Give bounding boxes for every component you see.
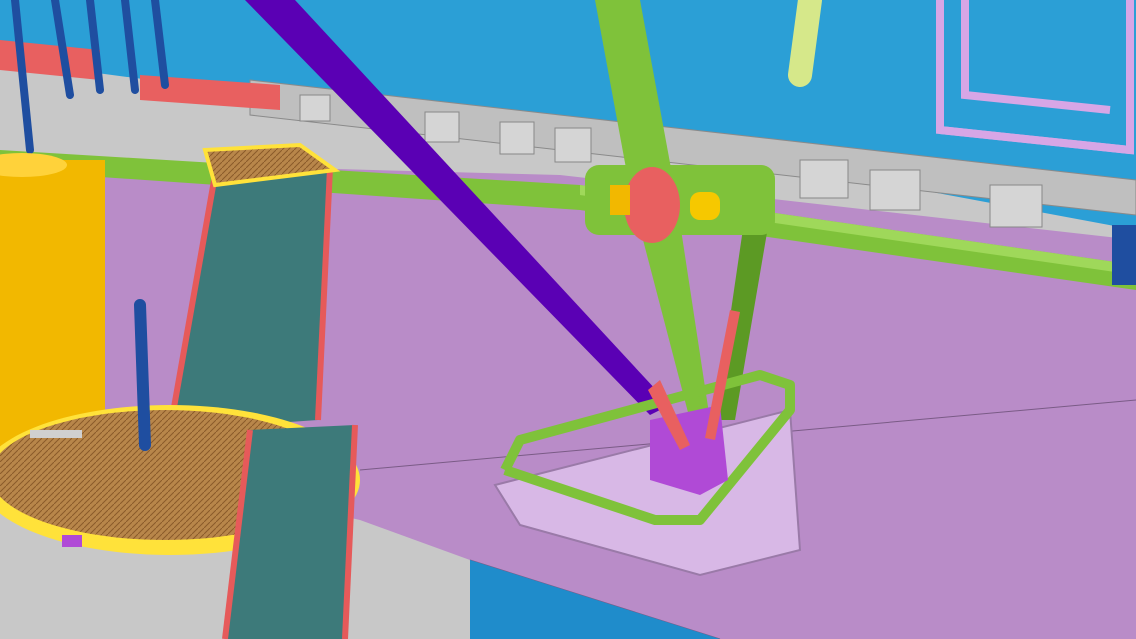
side-equipment	[1112, 225, 1136, 285]
vertical-pipe-top	[788, 0, 822, 87]
main-floor	[0, 160, 1136, 639]
coupler-assembly	[585, 165, 775, 243]
yellow-tank	[0, 153, 105, 450]
stair-lower	[222, 424, 358, 639]
3d-model-viewport[interactable]	[0, 0, 1136, 639]
